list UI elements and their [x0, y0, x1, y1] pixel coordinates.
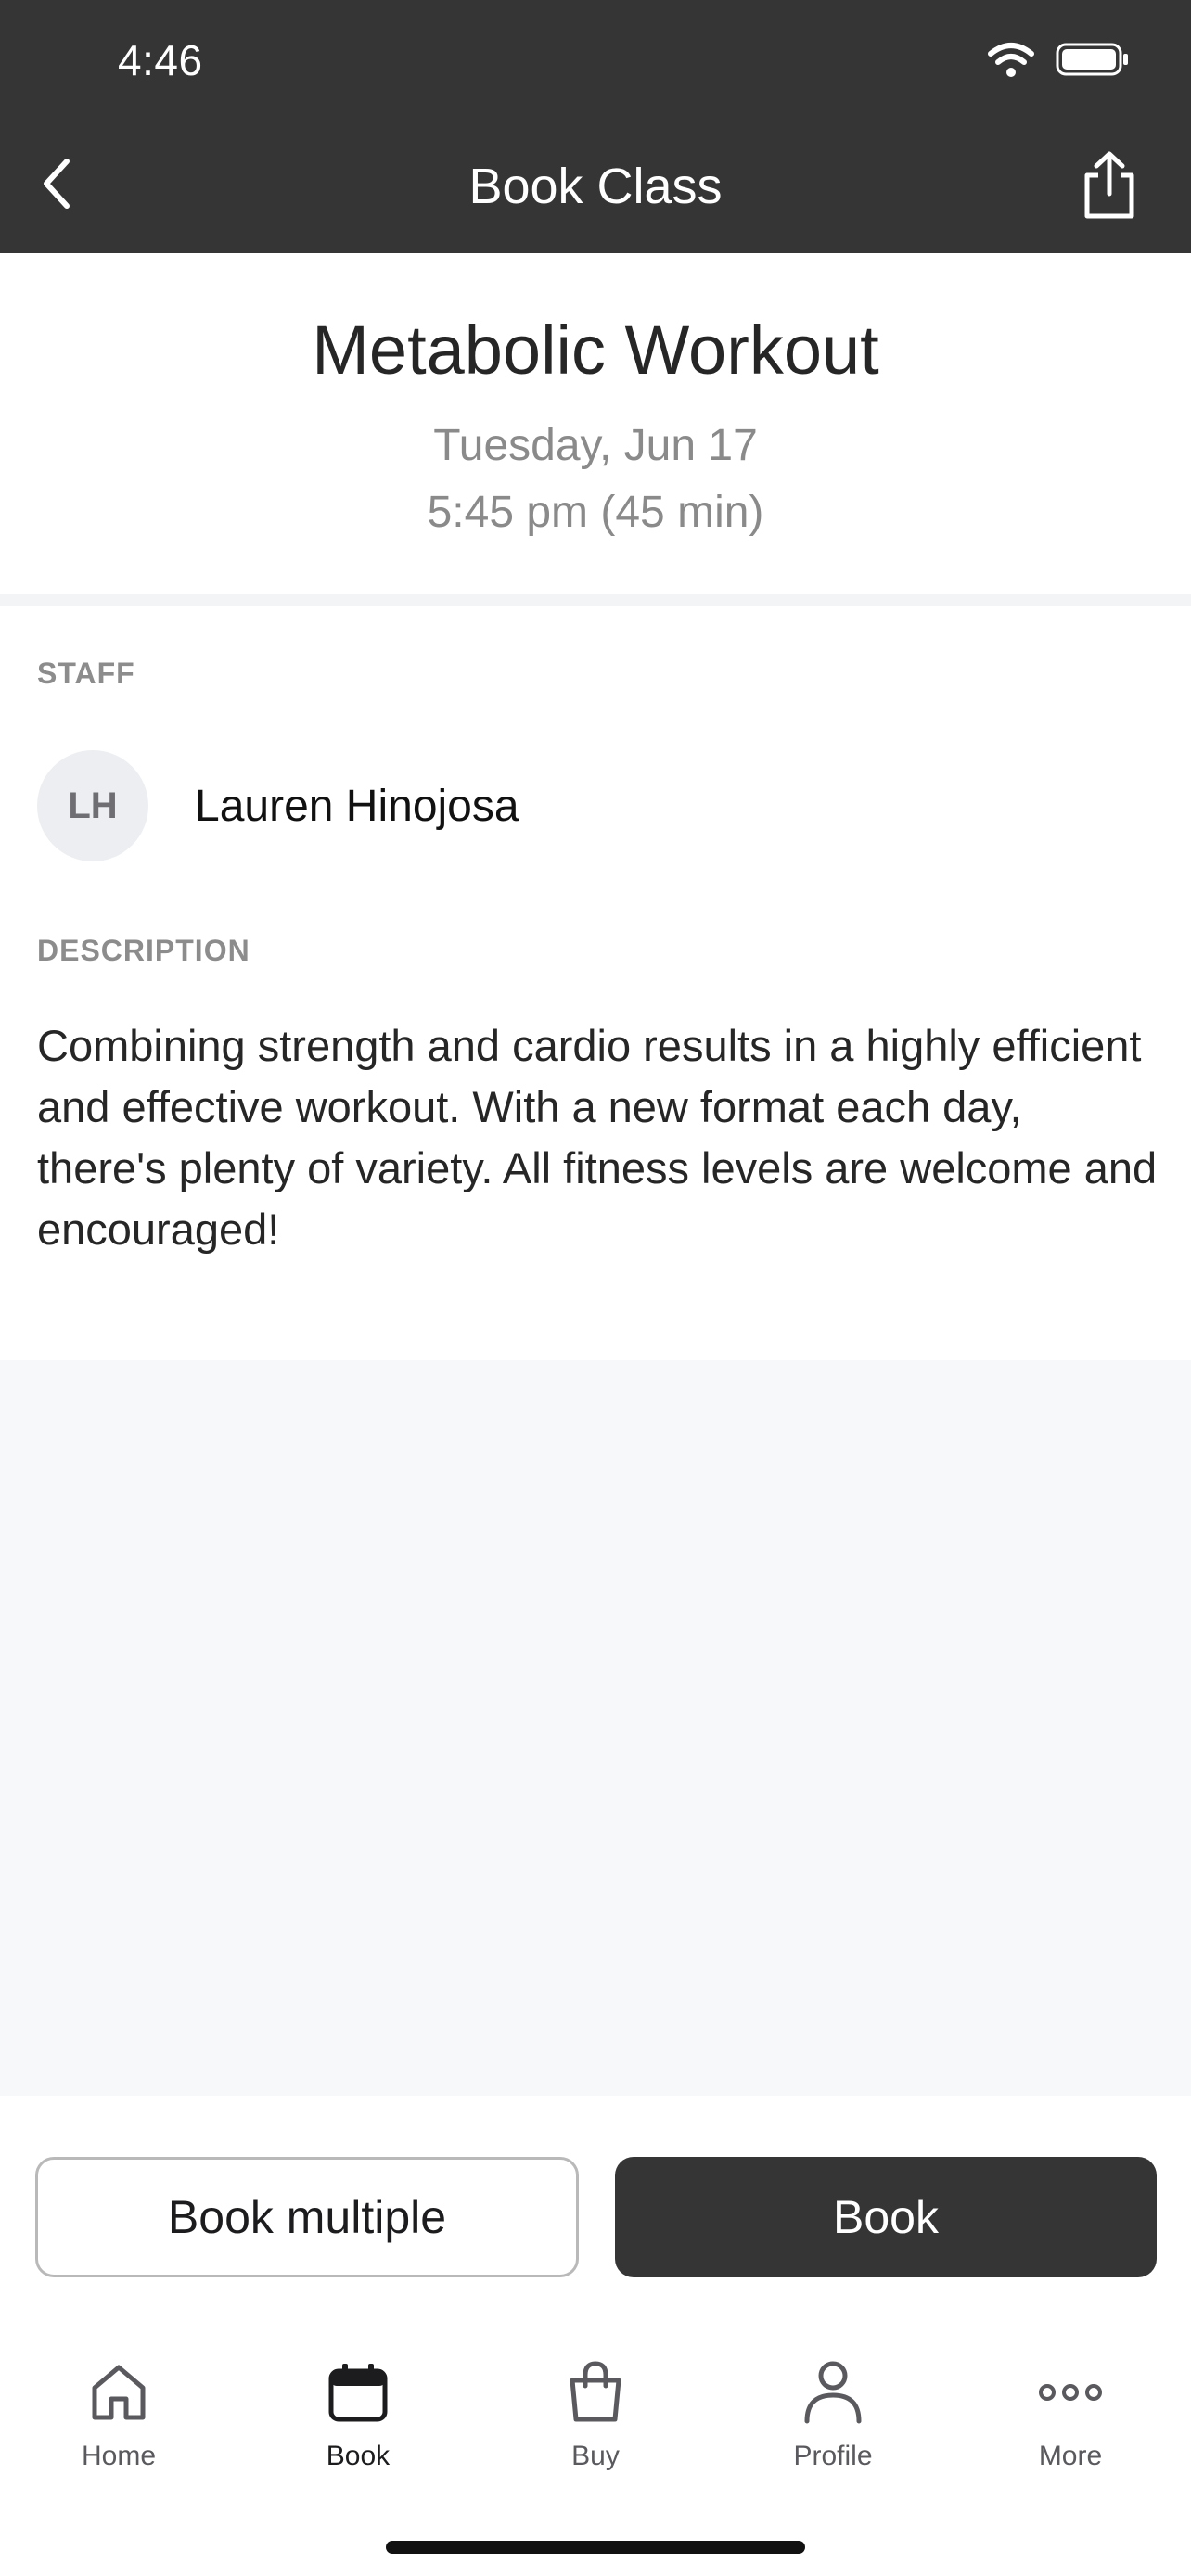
description-label: DESCRIPTION	[37, 934, 250, 967]
page-title: Book Class	[468, 159, 723, 214]
class-time: 5:45 pm (45 min)	[427, 488, 764, 537]
status-time: 4:46	[118, 36, 203, 84]
description-text: Combining strength and cardio results in…	[37, 1021, 1158, 1254]
staff-row[interactable]: LH Lauren Hinojosa	[37, 750, 519, 861]
home-icon	[89, 2357, 148, 2428]
tab-book[interactable]: Book	[265, 2357, 451, 2472]
tab-label-buy: Buy	[571, 2441, 620, 2471]
tab-buy[interactable]: Buy	[503, 2357, 688, 2472]
battery-icon	[1056, 41, 1130, 83]
staff-label: STAFF	[37, 657, 135, 690]
home-indicator	[386, 2541, 805, 2554]
more-icon	[1038, 2357, 1103, 2428]
status-icons	[987, 41, 1130, 83]
book-button[interactable]: Book	[615, 2157, 1157, 2277]
person-icon	[802, 2357, 864, 2428]
tab-label-profile: Profile	[793, 2441, 873, 2471]
share-button[interactable]	[1072, 148, 1146, 226]
avatar: LH	[37, 750, 148, 861]
tab-bar: Home Book Buy Profile More	[0, 2318, 1191, 2576]
tab-home[interactable]: Home	[26, 2357, 211, 2472]
share-icon	[1080, 151, 1139, 224]
tab-label-home: Home	[81, 2441, 157, 2471]
calendar-icon	[327, 2357, 389, 2428]
tab-label-book: Book	[326, 2441, 391, 2471]
app-header: 4:46 Book Class	[0, 0, 1191, 253]
tab-profile[interactable]: Profile	[740, 2357, 926, 2472]
class-summary: Metabolic Workout Tuesday, Jun 17 5:45 p…	[0, 253, 1191, 594]
tab-more[interactable]: More	[978, 2357, 1163, 2472]
staff-name: Lauren Hinojosa	[195, 781, 519, 831]
class-details: STAFF LH Lauren Hinojosa DESCRIPTION Com…	[0, 606, 1191, 1360]
action-bar: Book multiple Book	[0, 2096, 1191, 2318]
class-name: Metabolic Workout	[312, 312, 879, 389]
tab-label-more: More	[1038, 2441, 1103, 2471]
bag-icon	[565, 2357, 626, 2428]
section-divider	[0, 594, 1191, 606]
class-date: Tuesday, Jun 17	[433, 421, 758, 470]
wifi-icon	[987, 41, 1035, 83]
book-multiple-button[interactable]: Book multiple	[35, 2157, 579, 2277]
